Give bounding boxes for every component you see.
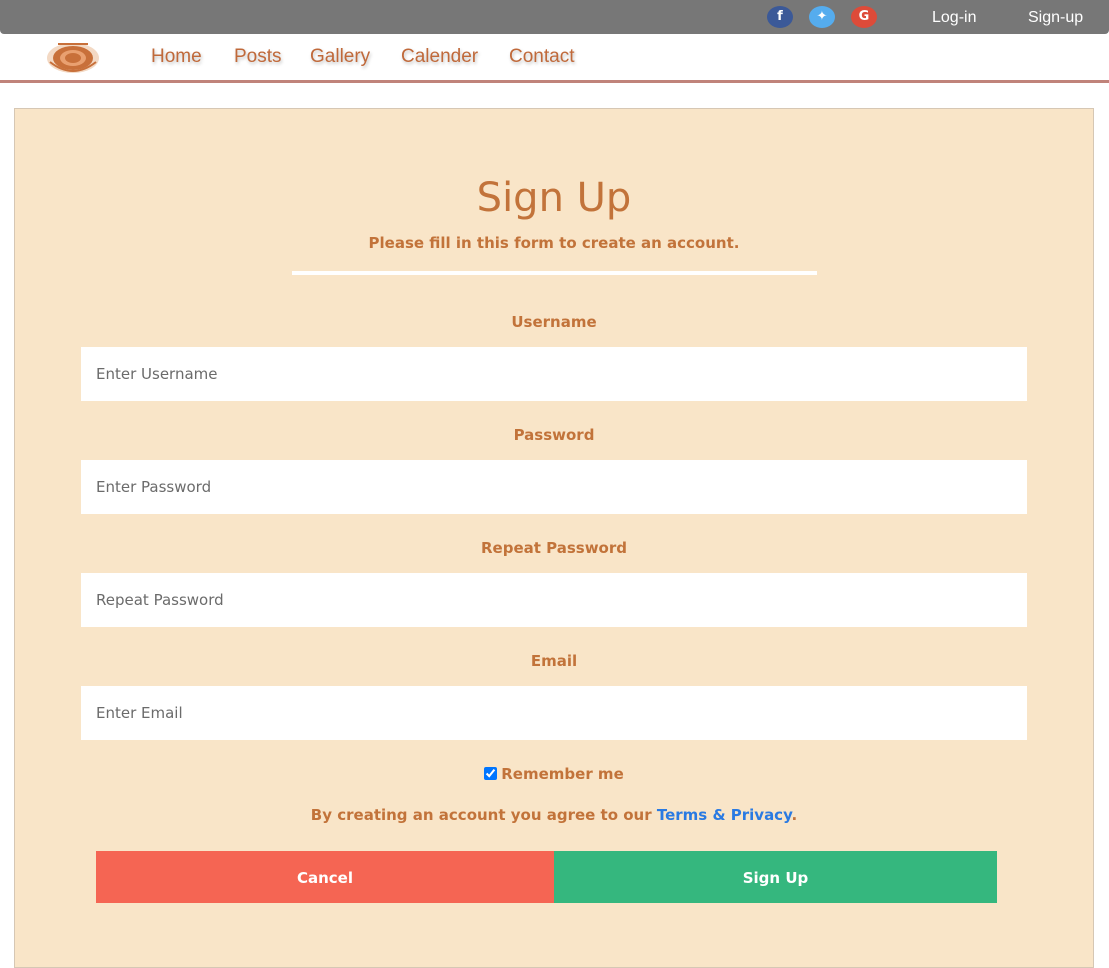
username-label: Username [511,313,597,331]
repeat-password-label: Repeat Password [480,539,627,557]
nav-posts[interactable]: Posts [234,46,282,68]
signup-form: Sign Up Please fill in this form to crea… [14,108,1094,968]
password-input[interactable] [81,460,1027,514]
remember-row: Remember me [15,765,1093,783]
repeat-password-input[interactable] [81,573,1027,627]
twitter-icon[interactable]: ✦ [809,6,835,28]
terms-link[interactable]: Terms & Privacy [657,806,792,824]
password-label: Password [513,426,595,444]
divider [292,271,817,275]
nav-gallery[interactable]: Gallery [310,46,370,68]
remember-label[interactable]: Remember me [501,765,624,783]
top-bar: f ✦ G Log-in Sign-up [0,0,1109,34]
username-input[interactable] [81,347,1027,401]
form-subtitle: Please fill in this form to create an ac… [368,234,740,252]
login-link[interactable]: Log-in [932,0,976,34]
email-label: Email [530,652,578,670]
remember-checkbox[interactable] [484,767,498,780]
facebook-icon[interactable]: f [767,6,793,28]
logo-icon[interactable] [44,40,102,76]
nav-contact[interactable]: Contact [509,46,574,68]
main-navbar: Home Posts Gallery Calender Contact [0,34,1109,83]
form-title: Sign Up [476,175,632,221]
google-icon[interactable]: G [851,6,877,28]
terms-suffix: . [791,806,798,824]
signup-link[interactable]: Sign-up [1028,0,1083,34]
nav-calender[interactable]: Calender [401,46,478,68]
email-input[interactable] [81,686,1027,740]
signup-submit-button[interactable]: Sign Up [554,851,997,903]
cancel-button[interactable]: Cancel [96,851,554,903]
terms-text: By creating an account you agree to our [310,806,657,824]
nav-home[interactable]: Home [151,46,202,68]
terms-notice: By creating an account you agree to our … [15,806,1093,824]
